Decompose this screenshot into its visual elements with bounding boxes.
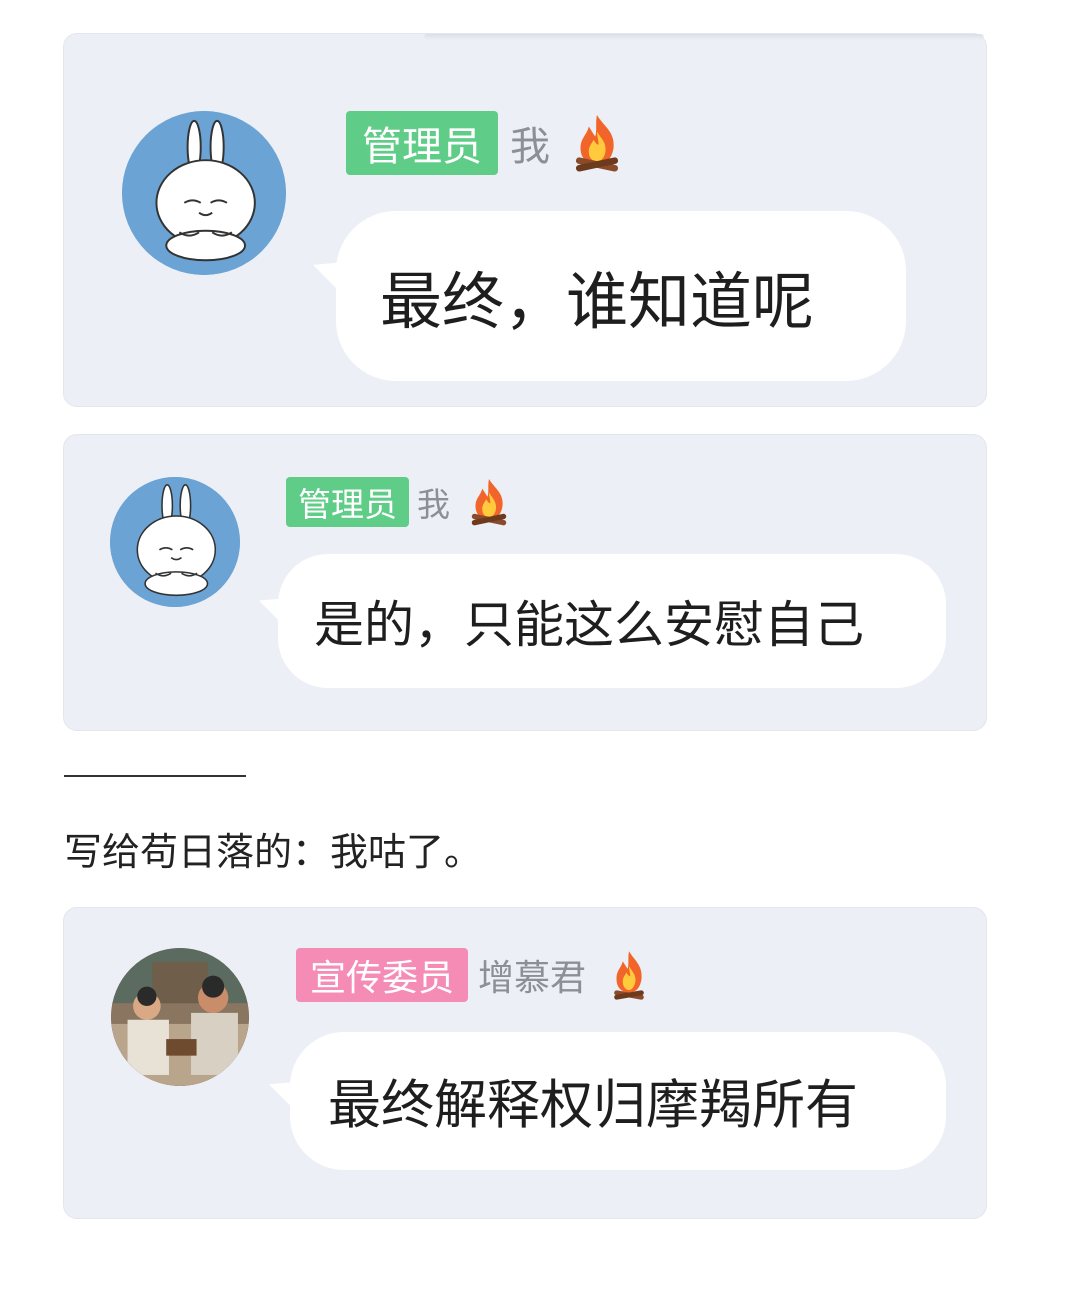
fire-icon: [462, 475, 516, 529]
message-header: 管理员 我: [286, 477, 516, 527]
card-top-shadow: [424, 34, 984, 40]
rabbit-avatar: [110, 477, 240, 607]
chat-screenshot-card: 管理员 我 是的，只能这么安慰自己: [63, 434, 987, 731]
rabbit-avatar: [122, 111, 286, 275]
photo-avatar: [111, 948, 249, 1086]
post-note: 写给苟日落的：我咕了。: [64, 830, 483, 874]
fire-icon: [604, 947, 654, 1003]
chat-screenshot-card: 管理员 我 最终，谁知道呢: [63, 33, 987, 407]
divider: [64, 775, 246, 777]
message-text: 最终解释权归摩羯所有: [328, 1075, 858, 1136]
post-page: 管理员 我 最终，谁知道呢 管理员 我 是的，只能这么安慰自己 写给苟日落的：我…: [0, 0, 1080, 1294]
message-bubble: 最终，谁知道呢: [336, 211, 906, 381]
role-badge: 管理员: [346, 111, 498, 175]
photo-icon: [111, 948, 249, 1086]
username: 我: [417, 485, 450, 524]
rabbit-icon: [110, 477, 240, 607]
message-bubble: 最终解释权归摩羯所有: [290, 1032, 946, 1170]
message-bubble: 是的，只能这么安慰自己: [278, 554, 946, 688]
fire-icon: [564, 110, 630, 176]
chat-screenshot-card: 宣传委员 增慕君 最终解释权归摩羯所有: [63, 907, 987, 1219]
message-header: 管理员 我: [346, 111, 630, 175]
username: 增慕君: [478, 958, 587, 999]
username: 我: [510, 124, 550, 170]
rabbit-icon: [122, 111, 286, 275]
role-badge: 管理员: [286, 477, 409, 527]
message-header: 宣传委员 增慕君: [296, 948, 654, 1002]
role-badge: 宣传委员: [296, 948, 469, 1002]
message-text: 最终，谁知道呢: [380, 265, 815, 338]
message-text: 是的，只能这么安慰自己: [314, 596, 864, 654]
